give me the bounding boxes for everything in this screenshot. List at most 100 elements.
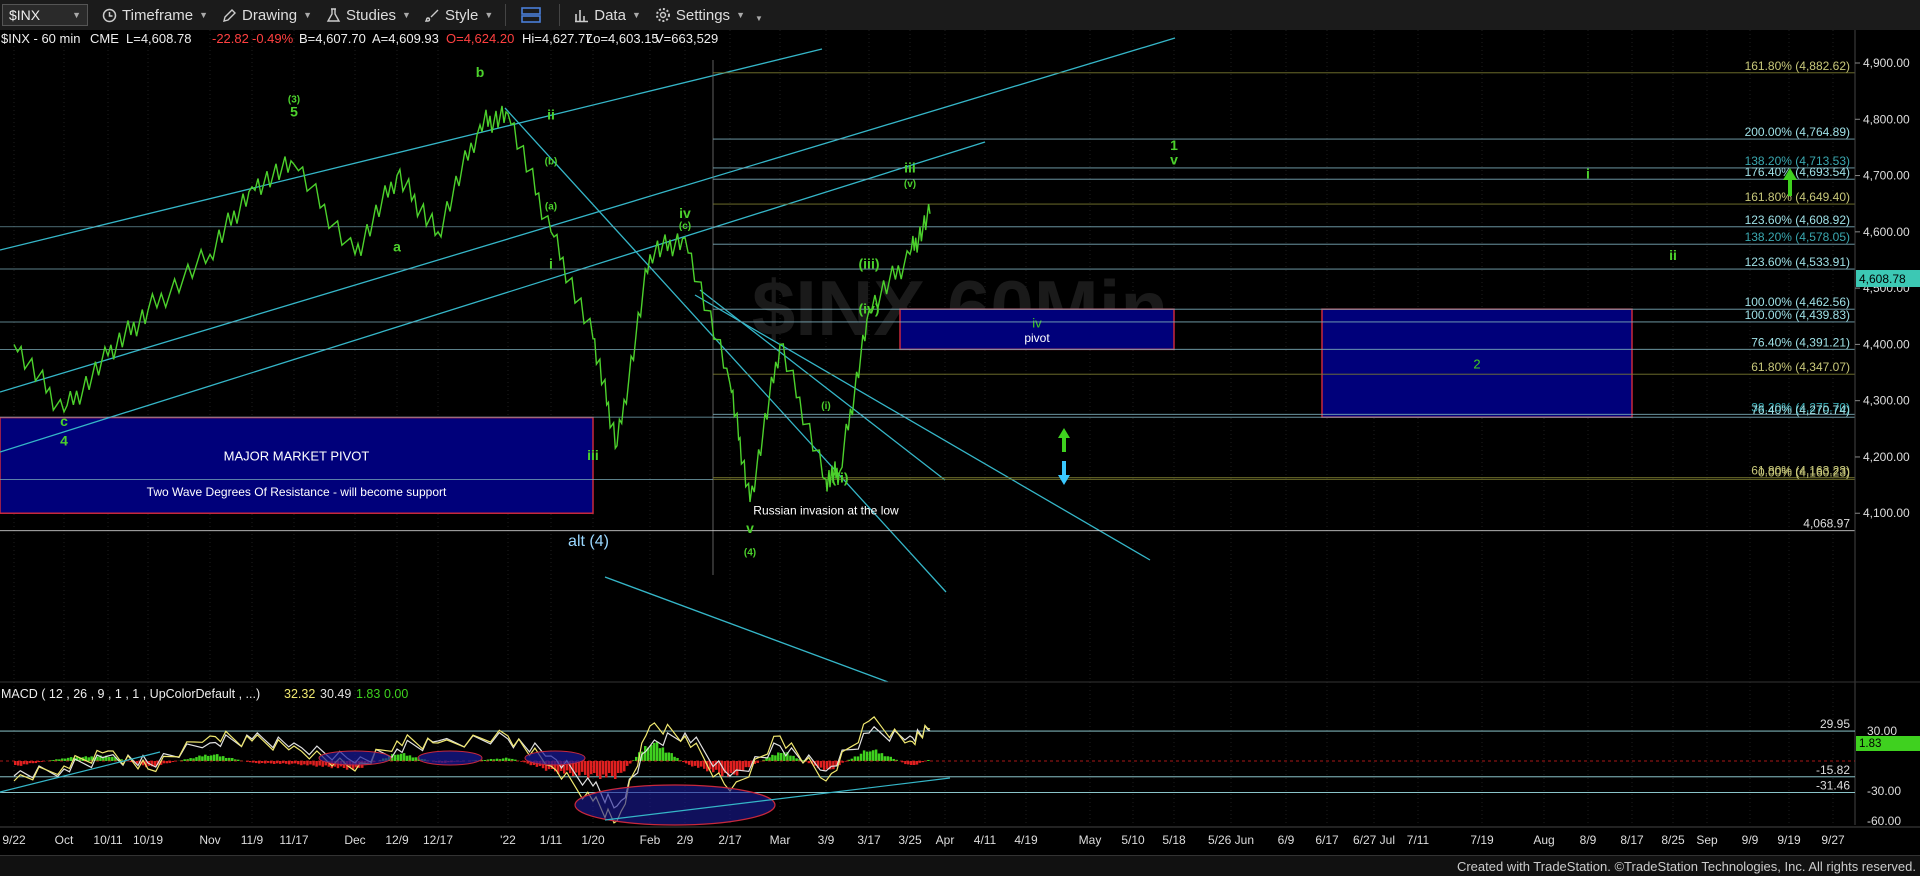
drawing-label: Drawing — [242, 7, 297, 24]
macd-hist-bar — [20, 761, 23, 766]
x-tick-label: 10/11 — [93, 833, 122, 847]
wave-label: v — [746, 520, 754, 536]
y-tick-label: 4,100.00 — [1863, 506, 1910, 520]
macd-hist-bar — [808, 761, 811, 763]
drawing-menu[interactable]: Drawing ▼ — [222, 7, 312, 24]
x-tick-label: 3/9 — [818, 833, 835, 847]
x-tick-label: Apr — [936, 833, 955, 847]
macd-hist-bar — [596, 761, 599, 776]
header-symbol: $INX - 60 min — [1, 31, 80, 46]
fib-label: 161.80% (4,649.40) — [1745, 190, 1850, 204]
macd-hist-bar — [267, 761, 270, 763]
chevron-down-icon: ▼ — [199, 10, 208, 20]
macd-hist-bar — [730, 761, 733, 773]
price-axis-panel — [1855, 30, 1920, 680]
x-tick-label: 6/27 Jul — [1353, 833, 1395, 847]
header-volume: V=663,529 — [655, 31, 718, 46]
macd-hist-bar — [300, 761, 303, 765]
macd-hist-bar — [863, 750, 866, 761]
macd-hist-bar — [611, 761, 614, 776]
last-price-value: 4,608.78 — [1859, 272, 1906, 286]
style-menu[interactable]: Style ▼ — [425, 7, 493, 24]
timeframe-menu[interactable]: Timeframe ▼ — [102, 7, 208, 24]
data-menu[interactable]: Data ▼ — [574, 7, 641, 24]
y-tick-label: 4,700.00 — [1863, 169, 1910, 183]
studies-label: Studies — [346, 7, 396, 24]
macd-hist-bar — [261, 761, 264, 763]
fib-label: 123.60% (4,608.92) — [1745, 213, 1850, 227]
macd-y-tick-label: -30.00 — [1867, 784, 1901, 798]
macd-hist-bar — [201, 756, 204, 761]
x-tick-label: 8/17 — [1620, 833, 1644, 847]
macd-hist-bar — [195, 757, 198, 761]
macd-hist-bar — [916, 761, 919, 765]
macd-hist-bar — [910, 761, 913, 765]
wave-label: v — [1170, 151, 1178, 167]
y-tick-label: 4,400.00 — [1863, 337, 1910, 351]
macd-hist-bar — [780, 753, 783, 761]
macd-hist-bar — [670, 753, 673, 761]
settings-menu[interactable]: Settings ▼ — [655, 7, 745, 24]
macd-hist-bar — [23, 761, 26, 764]
x-tick-label: 9/27 — [1821, 833, 1845, 847]
macd-hist-bar — [872, 750, 875, 761]
macd-hist-bar — [820, 761, 823, 768]
macd-hist-bar — [887, 756, 890, 761]
macd-hist-bar — [297, 761, 300, 764]
macd-hist-bar — [285, 761, 288, 764]
toolbar-divider — [559, 4, 560, 26]
x-tick-label: 5/10 — [1121, 833, 1145, 847]
macd-hist-bar — [653, 743, 656, 761]
macd-hist-bar — [854, 756, 857, 761]
pencil-icon — [222, 8, 237, 23]
macd-hist-bar — [662, 747, 665, 761]
wave-label: iv — [679, 205, 691, 221]
layout-button[interactable] — [520, 6, 547, 24]
macd-hist-bar — [309, 761, 312, 764]
macd-hist-bar — [484, 760, 487, 761]
fib-label: 161.80% (4,882.62) — [1745, 59, 1850, 73]
symbol-label: $INX — [9, 7, 40, 23]
macd-hist-bar — [397, 755, 400, 761]
macd-hist-bar — [659, 748, 662, 761]
studies-menu[interactable]: Studies ▼ — [326, 7, 411, 24]
price-chart[interactable]: $INX 60Min MAJOR MARKET PIVOTTwo Wave De… — [0, 30, 1920, 855]
wave-label: a — [393, 239, 401, 255]
x-tick-label: 2/17 — [718, 833, 742, 847]
macd-hist-bar — [231, 758, 234, 761]
fib-label: 100.00% (4,439.83) — [1745, 308, 1850, 322]
wave-label: b — [476, 64, 485, 80]
macd-hist-bar — [210, 755, 213, 761]
chevron-down-icon: ▼ — [736, 10, 745, 20]
x-tick-label: 9/22 — [2, 833, 26, 847]
macd-zero-value: 0.00 — [384, 687, 408, 701]
macd-hist-bar — [172, 761, 175, 762]
y-tick-label: 4,800.00 — [1863, 112, 1910, 126]
macd-hist-bar — [400, 754, 403, 761]
header-change-pct: -0.49% — [252, 31, 294, 46]
macd-hist-bar — [832, 761, 835, 769]
y-tick-label: 4,300.00 — [1863, 394, 1910, 408]
y-tick-label: 4,900.00 — [1863, 56, 1910, 70]
macd-hist-bar — [394, 755, 397, 761]
more-options-button[interactable]: ▼ — [755, 8, 763, 23]
macd-hist-bar — [921, 761, 924, 762]
divergence-ellipse — [575, 785, 775, 825]
x-tick-label: Nov — [199, 833, 220, 847]
zone-sublabel: pivot — [1024, 331, 1050, 345]
macd-hist-bar — [866, 752, 869, 761]
symbol-selector[interactable]: $INX ▼ — [2, 4, 88, 26]
macd-hist-bar — [496, 759, 499, 761]
macd-hist-bar — [890, 757, 893, 761]
macd-hist-bar — [608, 761, 611, 773]
wave-label: ii — [1669, 247, 1677, 263]
bar-chart-icon — [574, 8, 589, 23]
chevron-down-icon: ▼ — [72, 10, 81, 20]
macd-hist-bar — [222, 756, 225, 761]
macd-y-tick-label: 30.00 — [1867, 724, 1897, 738]
chevron-down-icon: ▼ — [402, 10, 411, 20]
macd-hist-bar — [166, 761, 169, 763]
macd-hist-bar — [694, 761, 697, 766]
header-ask: A=4,609.93 — [372, 31, 439, 46]
header-open: O=4,624.20 — [446, 31, 514, 46]
